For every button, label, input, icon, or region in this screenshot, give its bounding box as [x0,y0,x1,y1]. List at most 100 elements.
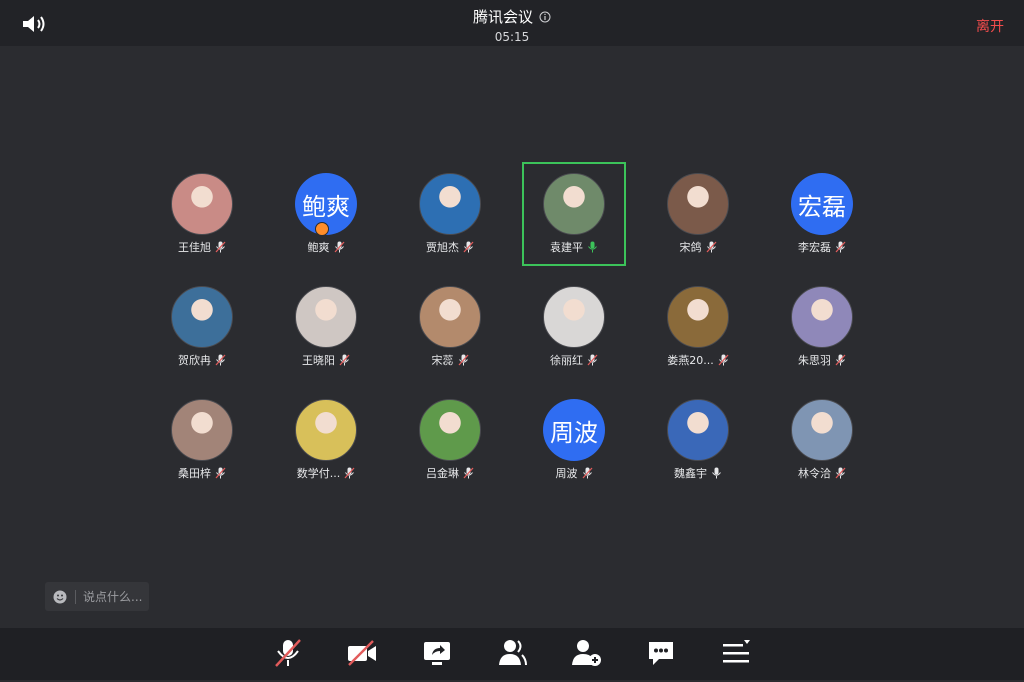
mic-muted-icon [582,467,592,479]
avatar [791,399,853,461]
participant-tile[interactable]: 桑田梓 [150,388,254,492]
avatar [667,173,729,235]
menu-icon [723,640,750,663]
camera-off-icon [348,640,376,666]
invite-button[interactable] [561,638,611,682]
mic-muted-icon [835,354,846,366]
participant-tile[interactable]: 王佳旭 [150,162,254,266]
participant-name: 桑田梓 [178,467,211,480]
mute-button[interactable] [263,638,313,682]
avatar: 周波 [543,399,605,461]
members-icon [499,640,527,666]
avatar-initials: 宏磊 [798,192,846,221]
mic-on-icon [712,467,721,479]
host-icon [315,222,329,236]
mic-muted-icon [215,241,226,253]
bottom-toolbar [0,628,1024,680]
avatar-initials: 鲍爽 [302,192,350,221]
participant-tile-speaking[interactable]: 袁建平 [522,162,626,266]
participant-tile[interactable]: 鲍爽 鲍爽 [274,162,378,266]
avatar [171,286,233,348]
participant-tile[interactable]: 贾旭杰 [398,162,502,266]
avatar [419,286,481,348]
participant-tile[interactable]: 徐丽红 [522,275,626,379]
info-icon[interactable] [539,11,551,23]
participant-tile[interactable]: 数学付... [274,388,378,492]
mic-active-icon [588,241,597,253]
mic-muted-icon [458,354,468,366]
participant-name: 朱思羽 [798,354,831,367]
avatar [171,173,233,235]
participant-name: 徐丽红 [550,354,583,367]
mic-muted-icon [275,639,301,667]
participant-name: 李宏磊 [798,241,831,254]
avatar [419,173,481,235]
mic-muted-icon [587,354,598,366]
add-user-icon [572,640,601,666]
avatar: 宏磊 [791,173,853,235]
participant-name: 数学付... [296,467,341,480]
avatar [171,399,233,461]
participant-tile[interactable]: 魏鑫宇 [646,388,750,492]
chat-button[interactable] [636,638,686,682]
participant-name: 贺欣冉 [178,354,211,367]
avatar [295,286,357,348]
participant-name: 吕金琳 [426,467,459,480]
avatar [791,286,853,348]
participant-name: 宋蕊 [431,354,454,367]
participant-tile[interactable]: 朱思羽 [770,275,874,379]
mic-muted-icon [718,354,729,366]
participant-tile[interactable]: 林令洽 [770,388,874,492]
mic-muted-icon [215,467,226,479]
mic-muted-icon [835,467,846,479]
participant-tile[interactable]: 宋鸽 [646,162,750,266]
chat-bubble-icon [649,642,673,665]
divider [75,589,76,604]
avatar [543,286,605,348]
avatar [295,399,357,461]
members-button[interactable] [487,638,537,682]
meeting-header: 腾讯会议 05:15 离开 [0,0,1024,46]
chat-input[interactable]: 说点什么... [45,582,149,611]
mic-muted-icon [835,241,846,253]
mic-muted-icon [463,241,474,253]
meeting-timer: 05:15 [494,30,530,44]
participant-name: 魏鑫宇 [674,467,707,480]
participant-name: 袁建平 [550,241,583,254]
avatar [543,173,605,235]
title-block: 腾讯会议 05:15 [0,6,1024,44]
participant-name: 鲍爽 [307,241,330,254]
participant-tile[interactable]: 宋蕊 [398,275,502,379]
mic-muted-icon [706,241,716,253]
avatar [667,286,729,348]
mic-muted-icon [334,241,344,253]
participant-name: 宋鸽 [679,241,702,254]
participant-name: 娄燕20... [667,354,714,367]
leave-button[interactable]: 离开 [976,16,1004,36]
share-screen-icon [424,642,450,665]
participant-name: 林令洽 [798,467,831,480]
avatar-initials: 周波 [550,418,598,447]
avatar [419,399,481,461]
participant-tile[interactable]: 王晓阳 [274,275,378,379]
participant-tile[interactable]: 宏磊 李宏磊 [770,162,874,266]
participant-name: 王晓阳 [302,354,335,367]
participant-tile[interactable]: 贺欣冉 [150,275,254,379]
participant-tile[interactable]: 周波 周波 [522,388,626,492]
chat-placeholder: 说点什么... [83,590,143,604]
mic-muted-icon [339,354,350,366]
participant-name: 贾旭杰 [426,241,459,254]
participant-tile[interactable]: 娄燕20... [646,275,750,379]
participant-name: 周波 [555,467,578,480]
participant-name: 王佳旭 [178,241,211,254]
mic-muted-icon [215,354,226,366]
share-screen-button[interactable] [412,638,462,682]
participant-tile[interactable]: 吕金琳 [398,388,502,492]
avatar [667,399,729,461]
mic-muted-icon [344,467,355,479]
mic-muted-icon [463,467,474,479]
more-button[interactable] [711,638,761,682]
video-off-button[interactable] [337,638,387,682]
meeting-title[interactable]: 腾讯会议 [473,6,533,27]
emoji-icon[interactable] [53,590,67,604]
